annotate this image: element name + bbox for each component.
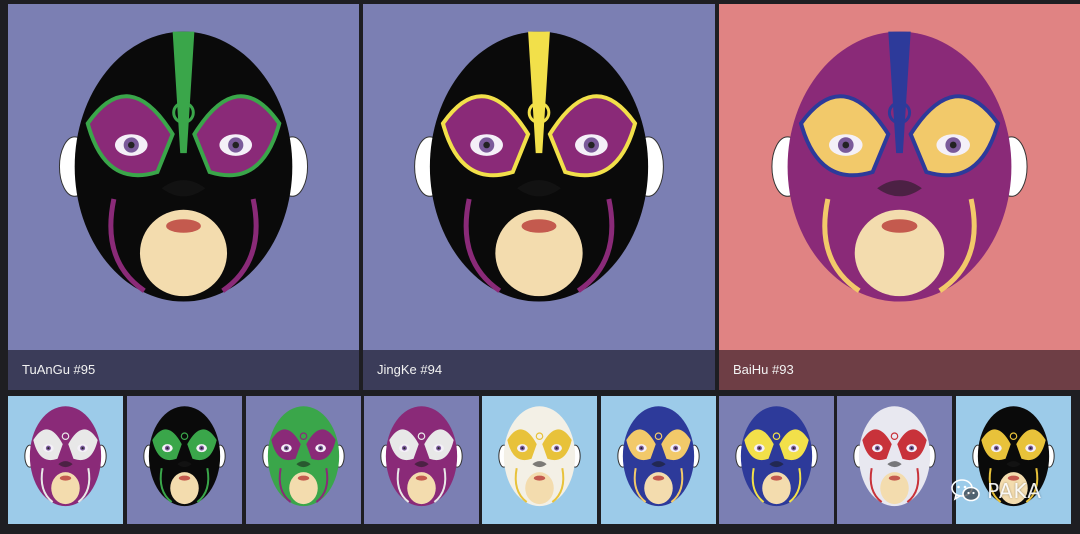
mask-art xyxy=(771,31,1028,302)
mask-gallery: TuAnGu #95 JingKe #94 BaiHu #93 PAKA xyxy=(0,0,1080,534)
mask-thumbnail[interactable] xyxy=(601,396,716,524)
mask-image xyxy=(498,406,581,507)
mask-thumbnail[interactable] xyxy=(246,396,361,524)
mask-art xyxy=(380,406,463,507)
mask-image xyxy=(735,406,818,507)
mask-art xyxy=(143,406,226,507)
mask-caption: BaiHu #93 xyxy=(719,350,1080,390)
mask-image xyxy=(617,406,700,507)
mask-art xyxy=(498,406,581,507)
mask-thumbnail[interactable] xyxy=(482,396,597,524)
watermark-text: PAKA xyxy=(987,479,1042,503)
watermark: PAKA xyxy=(951,478,1042,504)
mask-art xyxy=(617,406,700,507)
mask-thumbnail[interactable] xyxy=(837,396,952,524)
mask-image xyxy=(24,406,107,507)
wechat-icon xyxy=(951,479,980,502)
mask-art xyxy=(24,406,107,507)
mask-image xyxy=(143,406,226,507)
featured-mask-card[interactable]: BaiHu #93 xyxy=(719,4,1080,390)
mask-art xyxy=(735,406,818,507)
mask-thumbnail[interactable] xyxy=(8,396,123,524)
mask-thumbnail[interactable] xyxy=(719,396,834,524)
mask-thumbnail[interactable] xyxy=(364,396,479,524)
mask-image xyxy=(414,31,664,302)
mask-art xyxy=(262,406,345,507)
mask-image xyxy=(853,406,936,507)
mask-image xyxy=(58,31,309,302)
mask-thumbnail[interactable] xyxy=(956,396,1071,524)
mask-image xyxy=(972,406,1055,507)
mask-image xyxy=(771,31,1028,302)
mask-image xyxy=(380,406,463,507)
mask-caption: TuAnGu #95 xyxy=(8,350,359,390)
mask-image xyxy=(262,406,345,507)
mask-art xyxy=(853,406,936,507)
mask-thumbnail[interactable] xyxy=(127,396,242,524)
featured-mask-card[interactable]: TuAnGu #95 xyxy=(8,4,359,390)
mask-caption: JingKe #94 xyxy=(363,350,715,390)
mask-art xyxy=(414,31,664,302)
featured-mask-card[interactable]: JingKe #94 xyxy=(363,4,715,390)
mask-art xyxy=(58,31,309,302)
